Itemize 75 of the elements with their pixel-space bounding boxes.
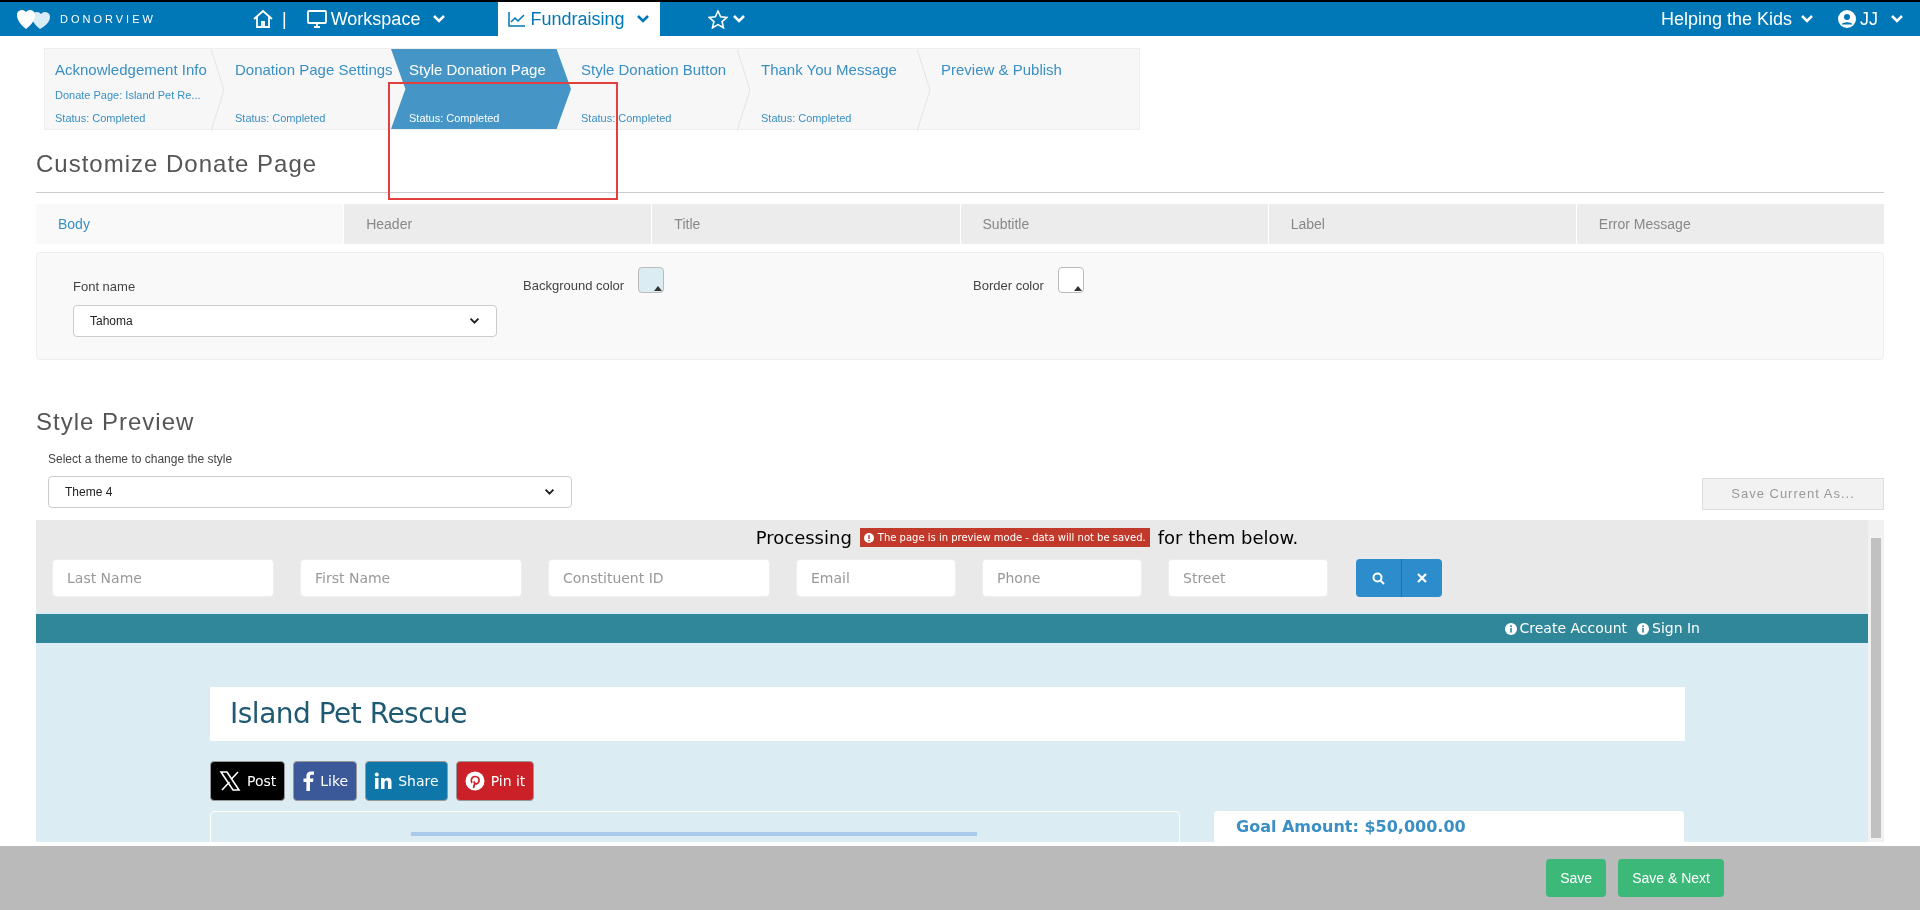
share-button[interactable]: Pin it [455,761,535,801]
theme-select[interactable]: Theme 4 [48,476,572,508]
share-button[interactable]: Share [365,761,448,801]
chevron-down-icon [1800,14,1814,24]
chevron-down-icon [1890,14,1904,24]
wizard-step[interactable]: Style Donation Button Status: Completed [571,49,737,129]
field-label: Background color [523,277,625,295]
wizard-step[interactable]: Donation Page Settings Status: Completed [225,49,391,129]
scrollbar-thumb[interactable] [1871,538,1881,838]
brand-name: DONORVIEW [60,11,156,27]
goal-amount: Goal Amount: $50,000.00 [1236,816,1467,838]
in-logo-icon [374,772,393,790]
user-avatar-icon [1838,10,1856,28]
info-icon [1637,622,1649,635]
settings-tab[interactable]: Title [651,204,960,244]
field-label: Border color [973,277,1044,295]
search-field[interactable]: Street [1168,559,1328,597]
user-menu[interactable]: JJ [1838,5,1904,33]
intro-text: for them below. [1157,526,1299,550]
info-icon [1504,622,1517,635]
p-logo-icon [464,771,485,791]
account-link[interactable]: Sign In [1637,618,1700,639]
preview-mode-badge: The page is in preview mode - data will not be saved. [859,528,1150,547]
dropdown-arrow-icon [1073,285,1082,291]
font-select[interactable]: Tahoma [73,304,497,337]
star-icon [708,9,729,29]
hearts-logo-icon [16,8,52,30]
search-field[interactable]: Email [796,559,956,597]
save-as-button[interactable]: Save Current As... [1702,478,1884,510]
chevron-down-icon [432,14,447,24]
search-button[interactable] [1356,559,1402,597]
search-field[interactable]: Phone [982,559,1142,597]
wizard-step[interactable]: Thank You Message Status: Completed [751,49,917,129]
f-logo-icon [302,771,315,791]
chevron-down-icon [469,315,480,326]
section-heading: Style Preview [36,407,196,437]
wizard-step[interactable]: Preview & Publish [931,49,1097,129]
search-icon [1372,571,1385,585]
settings-tab[interactable]: Body [36,204,344,244]
settings-tab[interactable]: Subtitle [959,204,1268,244]
page-title: Island Pet Rescue [230,696,468,732]
x-logo-icon [219,770,241,792]
share-button[interactable]: Like [293,761,358,801]
monitor-icon [306,10,327,28]
wizard-step[interactable]: Style Donation Page Status: Completed [391,49,571,129]
field-label: Font name [73,278,137,296]
chart-icon [508,11,527,27]
account-link[interactable]: Create Account [1504,618,1627,639]
search-field[interactable]: Last Name [52,559,274,597]
footer-button[interactable]: Save [1546,859,1607,897]
settings-tab[interactable]: Label [1267,204,1576,244]
home-icon[interactable] [252,9,274,29]
nav-separator: | [282,7,287,31]
settings-tab[interactable]: Header [343,204,652,244]
chevron-down-icon [732,14,747,24]
wizard-step[interactable]: Acknowledgement Info Donate Page: Island Pet Re... Status: Completed [45,49,211,129]
field-label: Select a theme to change the style [48,451,234,468]
organization-menu[interactable]: Helping the Kids [1660,5,1814,33]
page-heading: Customize Donate Page [36,149,319,179]
footer-button[interactable]: Save & Next [1618,859,1724,897]
nav-tab[interactable]: Workspace [294,2,459,36]
search-field[interactable]: First Name [300,559,522,597]
clear-button[interactable] [1402,559,1442,597]
intro-text: Processing [755,526,852,550]
chevron-down-icon [636,14,651,24]
dropdown-arrow-icon [654,285,663,291]
search-field[interactable]: Constituent ID [548,559,770,597]
color-swatch[interactable] [1057,267,1084,293]
share-button[interactable]: Post [210,761,286,801]
color-swatch[interactable] [638,267,665,293]
nav-tab[interactable]: Fundraising [498,2,661,36]
alert-icon [863,532,874,543]
chevron-down-icon [544,487,555,497]
settings-tab[interactable]: Error Message [1575,204,1885,244]
close-icon [1417,573,1427,583]
